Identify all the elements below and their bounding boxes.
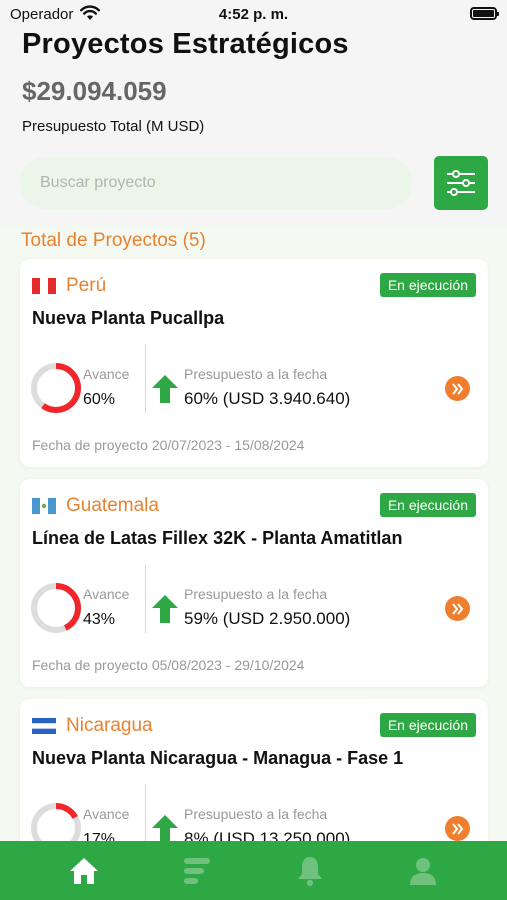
- tab-profile[interactable]: [393, 841, 453, 900]
- peru-flag-icon: [32, 278, 56, 294]
- project-name: Nueva Planta Pucallpa: [32, 308, 225, 328]
- nicaragua-flag-icon: [32, 718, 56, 734]
- arrow-up-icon: [152, 375, 178, 403]
- progress-value: 60%: [83, 391, 116, 408]
- tab-list[interactable]: [167, 841, 227, 900]
- status-badge: En ejecución: [379, 713, 476, 737]
- project-card[interactable]: Perú En ejecución Nueva Planta Pucallpa …: [20, 259, 488, 467]
- guatemala-flag-icon: [32, 498, 56, 514]
- open-project-button[interactable]: [445, 596, 470, 621]
- project-dates: Fecha de proyecto 20/07/2023 - 15/08/202…: [32, 437, 305, 453]
- project-country: Guatemala: [66, 495, 159, 516]
- project-name: Línea de Latas Fillex 32K - Planta Amati…: [32, 528, 403, 548]
- chevrons-right-icon: [451, 602, 463, 615]
- budget-value: 59% (USD 2.950.000): [184, 609, 351, 628]
- budget-label: Presupuesto a la fecha: [184, 586, 328, 602]
- projects-count-title: Total de Proyectos (5): [21, 230, 206, 251]
- project-name: Nueva Planta Nicaragua - Managua - Fase …: [32, 748, 404, 768]
- card-divider: [145, 345, 146, 413]
- chevrons-right-icon: [451, 822, 463, 835]
- arrow-up-icon: [152, 815, 178, 843]
- open-project-button[interactable]: [445, 816, 470, 841]
- total-budget-label: Presupuesto Total (M USD): [22, 118, 205, 135]
- status-time: 4:52 p. m.: [218, 6, 289, 23]
- card-divider: [145, 565, 146, 633]
- list-icon: [184, 857, 211, 884]
- progress-label: Avance: [83, 366, 130, 382]
- progress-label: Avance: [83, 586, 130, 602]
- status-badge: En ejecución: [379, 273, 476, 297]
- project-country: Perú: [66, 275, 107, 296]
- progress-donut: [31, 363, 81, 413]
- budget-label: Presupuesto a la fecha: [184, 806, 328, 822]
- chevrons-right-icon: [451, 382, 463, 395]
- status-bar: Operador 4:52 p. m.: [0, 0, 507, 28]
- tab-home[interactable]: [54, 841, 114, 900]
- bell-icon: [297, 856, 322, 886]
- search-input[interactable]: [20, 157, 412, 209]
- progress-donut: [31, 583, 81, 633]
- tab-bar: [0, 841, 507, 900]
- project-dates: Fecha de proyecto 05/08/2023 - 29/10/202…: [32, 657, 305, 673]
- filter-button[interactable]: [434, 156, 488, 210]
- status-badge: En ejecución: [379, 493, 476, 517]
- home-icon: [70, 857, 99, 884]
- project-country: Nicaragua: [66, 715, 153, 736]
- header: Operador 4:52 p. m. Proyectos Estratégic…: [0, 0, 507, 226]
- project-card[interactable]: Guatemala En ejecución Línea de Latas Fi…: [20, 479, 488, 687]
- arrow-up-icon: [152, 595, 178, 623]
- budget-label: Presupuesto a la fecha: [184, 366, 328, 382]
- total-budget-amount: $29.094.059: [22, 76, 167, 106]
- progress-label: Avance: [83, 806, 130, 822]
- tab-notifications[interactable]: [280, 841, 340, 900]
- battery-icon: [470, 7, 499, 20]
- open-project-button[interactable]: [445, 376, 470, 401]
- page-title: Proyectos Estratégicos: [22, 28, 349, 60]
- sliders-icon: [447, 170, 475, 196]
- user-icon: [409, 857, 436, 885]
- progress-value: 43%: [83, 611, 116, 628]
- budget-value: 60% (USD 3.940.640): [184, 389, 351, 408]
